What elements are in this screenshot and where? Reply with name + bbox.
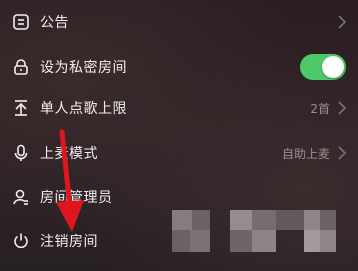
chevron-right-icon bbox=[338, 101, 347, 115]
menu-item-announcement[interactable]: 公告 bbox=[0, 0, 358, 44]
announcement-icon bbox=[11, 12, 31, 32]
mic-mode-value: 自助上麦 bbox=[281, 146, 330, 161]
private-room-toggle[interactable] bbox=[300, 54, 346, 80]
menu-item-private-room: 设为私密房间 bbox=[0, 45, 358, 89]
chevron-right-icon bbox=[338, 146, 347, 160]
song-limit-icon bbox=[11, 98, 31, 118]
menu-item-label: 公告 bbox=[40, 15, 69, 31]
power-icon bbox=[11, 231, 31, 251]
toggle-knob bbox=[322, 56, 344, 78]
song-limit-value: 2首 bbox=[310, 101, 330, 116]
red-arrow-annotation bbox=[56, 129, 84, 232]
chevron-right-icon bbox=[338, 15, 347, 29]
menu-item-label: 设为私密房间 bbox=[40, 60, 127, 76]
menu-item-label: 单人点歌上限 bbox=[40, 101, 127, 117]
microphone-icon bbox=[11, 143, 31, 163]
menu-item-song-limit[interactable]: 单人点歌上限 2首 bbox=[0, 86, 358, 130]
lock-icon bbox=[11, 57, 31, 77]
admin-user-icon bbox=[11, 187, 31, 207]
